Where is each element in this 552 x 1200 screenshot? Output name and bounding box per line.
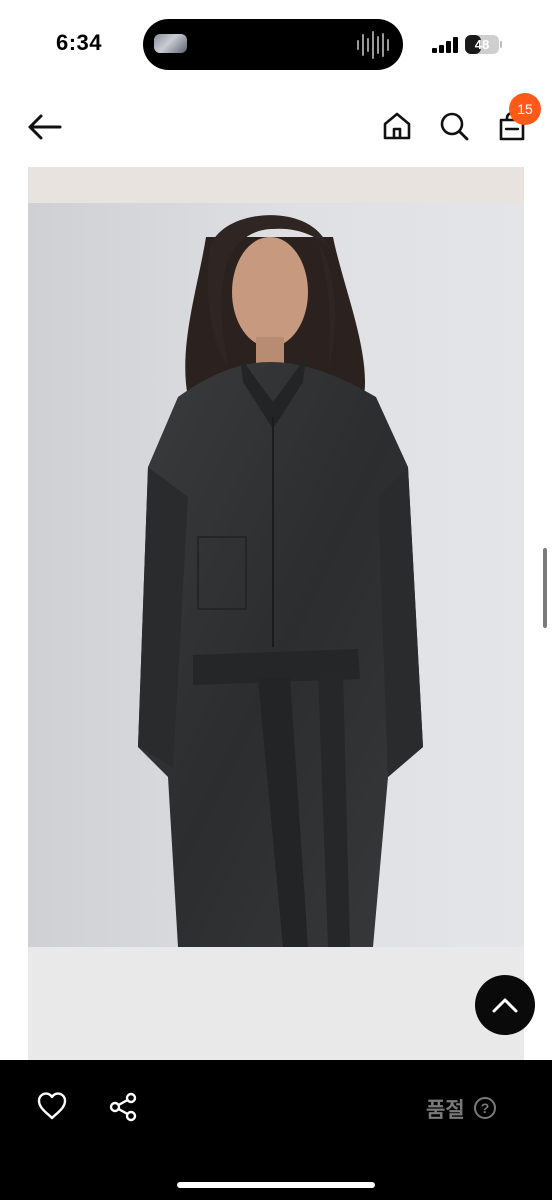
top-navigation: [0, 90, 552, 165]
product-photo-illustration: [28, 167, 524, 947]
search-button[interactable]: [434, 106, 474, 146]
battery-cap: [500, 41, 502, 48]
search-icon: [440, 112, 469, 141]
sold-out-label: 품절: [426, 1098, 465, 1122]
share-button[interactable]: [104, 1088, 142, 1126]
now-playing-artwork: [154, 34, 187, 53]
share-icon: [109, 1092, 137, 1122]
home-button[interactable]: [377, 106, 417, 146]
audio-waveform-icon: [357, 30, 389, 60]
scroll-to-top-button[interactable]: [475, 975, 535, 1035]
home-indicator[interactable]: [177, 1182, 375, 1188]
cellular-signal-icon: [432, 37, 458, 53]
image-gallery-spacer: [28, 947, 524, 1060]
scroll-indicator[interactable]: [543, 548, 547, 628]
question-circle-icon[interactable]: ?: [474, 1097, 496, 1119]
heart-icon: [37, 1092, 67, 1120]
like-button[interactable]: [34, 1088, 70, 1124]
battery-icon: 48: [465, 35, 499, 54]
arrow-left-icon: [28, 114, 62, 140]
status-bar: 6:34 48: [0, 0, 552, 90]
cart-count-badge: 15: [509, 93, 541, 125]
bottom-action-bar: 품절 ?: [0, 1060, 552, 1200]
back-button[interactable]: [22, 107, 66, 147]
chevron-up-icon: [492, 998, 518, 1013]
status-time: 6:34: [56, 30, 103, 55]
home-icon: [383, 112, 411, 140]
product-photo[interactable]: [28, 167, 524, 947]
battery-level: 48: [474, 37, 490, 52]
dynamic-island[interactable]: [143, 19, 403, 70]
